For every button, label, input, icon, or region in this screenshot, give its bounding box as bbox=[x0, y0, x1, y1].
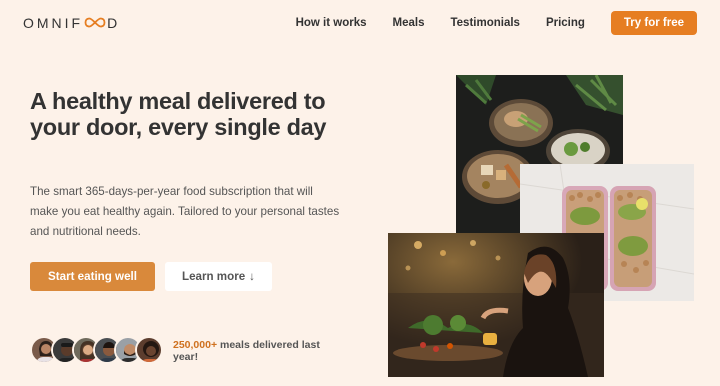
logo-text-start: OMNIF bbox=[23, 14, 84, 31]
learn-more-button[interactable]: Learn more ↓ bbox=[165, 262, 272, 291]
start-eating-well-button[interactable]: Start eating well bbox=[30, 262, 155, 291]
logo[interactable]: OMNIF D bbox=[23, 13, 120, 32]
learn-more-label: Learn more bbox=[182, 270, 246, 283]
meals-delivered-text: 250,000+ meals delivered last year! bbox=[173, 339, 333, 363]
nav-meals[interactable]: Meals bbox=[393, 17, 425, 29]
avatar bbox=[135, 336, 163, 364]
hero-description: The smart 365-days-per-year food subscri… bbox=[30, 185, 340, 238]
header: OMNIF D How it works Meals Testimonials … bbox=[0, 0, 720, 44]
infinity-logo-icon bbox=[84, 13, 106, 32]
main-nav: How it works Meals Testimonials Pricing … bbox=[296, 11, 697, 35]
try-for-free-button[interactable]: Try for free bbox=[610, 11, 697, 35]
arrow-down-icon: ↓ bbox=[249, 270, 255, 283]
logo-text-end: D bbox=[107, 14, 121, 31]
meals-delivered-count: 250,000+ bbox=[173, 339, 218, 351]
nav-testimonials[interactable]: Testimonials bbox=[450, 17, 519, 29]
woman-eating-image bbox=[388, 233, 604, 377]
nav-how-it-works[interactable]: How it works bbox=[296, 17, 367, 29]
nav-pricing[interactable]: Pricing bbox=[546, 17, 585, 29]
customer-avatars bbox=[30, 336, 163, 364]
hero-title: A healthy meal delivered to your door, e… bbox=[30, 88, 327, 140]
